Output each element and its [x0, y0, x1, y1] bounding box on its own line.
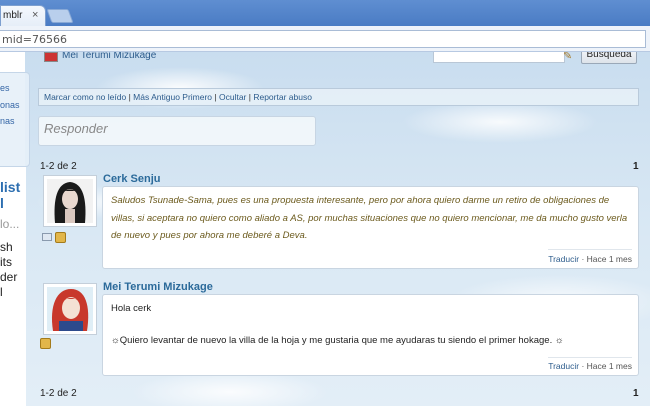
address-bar-strip: mid=76566 — [0, 26, 650, 52]
translate-link[interactable]: Traducir — [548, 361, 579, 371]
post-line: Hola cerk — [111, 303, 152, 314]
pagination-range: 1-2 de 2 — [40, 161, 77, 172]
left-nav-item[interactable]: es — [0, 83, 10, 93]
post-author[interactable]: Mei Terumi Mizukage — [103, 281, 213, 293]
left-promo: list l lo... sh its der l — [0, 167, 26, 406]
post-time: Hace 1 mes — [586, 361, 632, 371]
post-footer: Traducir · Hace 1 mes — [548, 254, 632, 264]
left-nav-item[interactable]: onas — [0, 100, 20, 110]
close-icon[interactable]: × — [32, 9, 38, 21]
oldest-first-link[interactable]: Más Antiguo Primero — [133, 92, 212, 102]
avatar[interactable] — [43, 175, 97, 227]
search-input[interactable] — [433, 52, 565, 63]
topic-author[interactable]: Mei Terumi Mizukage — [62, 52, 156, 61]
promo-text: l — [0, 285, 3, 299]
profile-icon[interactable] — [42, 233, 52, 241]
search-button[interactable]: Búsqueda — [581, 52, 637, 64]
top-strip: Mei Terumi Mizukage ✎ Búsqueda — [40, 52, 640, 64]
post-line: ☼Quiero levantar de nuevo la villa de la… — [111, 334, 564, 346]
pencil-icon: ✎ — [563, 52, 573, 62]
divider — [548, 357, 632, 358]
post-footer: Traducir · Hace 1 mes — [548, 361, 632, 371]
translate-link[interactable]: Traducir — [548, 254, 579, 264]
post-text: Saludos Tsunade-Sama, pues es una propue… — [111, 195, 628, 241]
post-body: Hola cerk ☼Quiero levantar de nuevo la v… — [102, 294, 639, 376]
promo-text: its — [0, 255, 12, 269]
pagination-range: 1-2 de 2 — [40, 388, 77, 399]
avatar[interactable] — [44, 52, 58, 62]
report-abuse-link[interactable]: Reportar abuso — [253, 92, 312, 102]
address-bar[interactable]: mid=76566 — [0, 30, 646, 48]
topic-action-bar: Marcar como no leído | Más Antiguo Prime… — [38, 88, 639, 106]
divider — [548, 249, 632, 250]
promo-title[interactable]: list — [0, 179, 20, 195]
post-body: Saludos Tsunade-Sama, pues es una propue… — [102, 186, 639, 269]
avatar-image — [47, 179, 93, 223]
browser-tab[interactable]: mblr × — [0, 5, 46, 26]
left-nav: es onas nas — [0, 72, 30, 167]
avatar-image — [47, 287, 93, 331]
avatar[interactable] — [43, 283, 97, 335]
hide-link[interactable]: Ocultar — [219, 92, 246, 102]
post-author[interactable]: Cerk Senju — [103, 173, 160, 185]
badge-icon — [55, 232, 66, 243]
promo-subtitle: lo... — [0, 217, 20, 231]
post-text: Hola cerk ☼Quiero levantar de nuevo la v… — [111, 300, 631, 349]
page-number[interactable]: 1 — [633, 388, 639, 399]
tab-title: mblr — [3, 10, 23, 21]
left-nav-item[interactable]: nas — [0, 116, 15, 126]
browser-tab-bar: mblr × — [0, 0, 650, 26]
promo-title[interactable]: l — [0, 195, 4, 211]
promo-text: sh — [0, 240, 13, 254]
promo-text: der — [0, 270, 18, 284]
mark-unread-link[interactable]: Marcar como no leído — [44, 92, 126, 102]
new-tab-button[interactable] — [46, 9, 74, 23]
url-text: mid=76566 — [2, 33, 67, 46]
badge-icon — [40, 338, 51, 349]
action-links: Marcar como no leído | Más Antiguo Prime… — [44, 92, 312, 102]
reply-placeholder: Responder — [44, 121, 108, 136]
page-content: es onas nas list l lo... sh its der l Me… — [0, 52, 650, 406]
page-number[interactable]: 1 — [633, 161, 639, 172]
post-time: Hace 1 mes — [586, 254, 632, 264]
reply-input[interactable]: Responder — [38, 116, 316, 146]
separator: | — [212, 92, 219, 102]
